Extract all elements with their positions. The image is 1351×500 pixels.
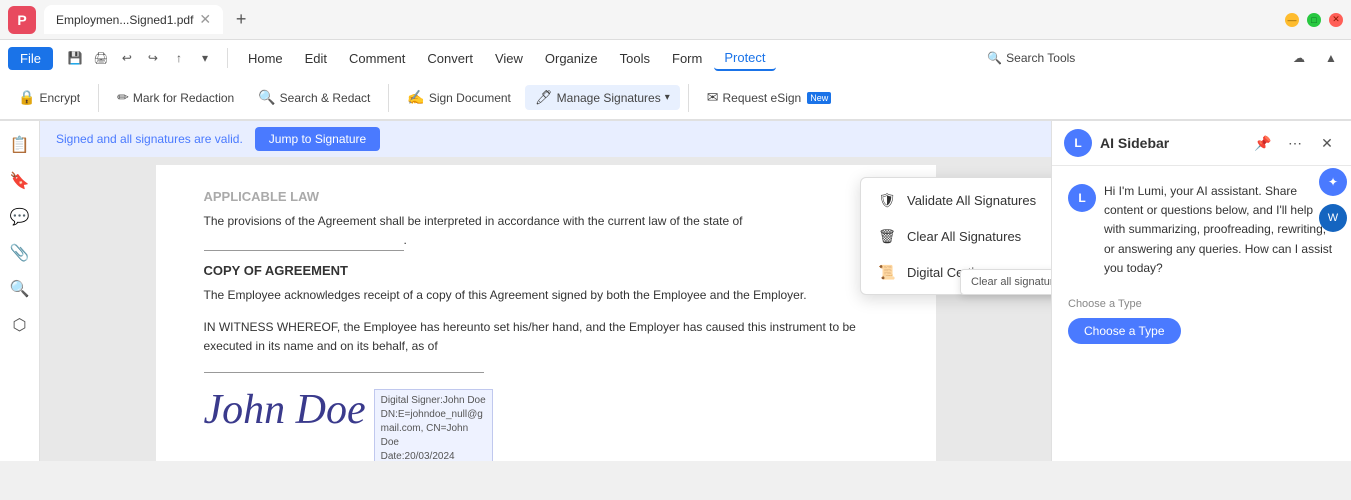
redaction-icon: ✏ — [117, 89, 129, 106]
signatures-icon: 🖊 — [535, 89, 553, 106]
document-area: Signed and all signatures are valid. Jum… — [40, 121, 1051, 461]
dropdown-arrow-icon: ▾ — [665, 92, 670, 103]
copy-heading: COPY OF AGREEMENT — [204, 263, 888, 278]
mark-redaction-button[interactable]: ✏ Mark for Redaction — [107, 85, 244, 110]
sig-status-text: Signed and all signatures are valid. — [56, 132, 243, 146]
cert-icon: 📜 — [877, 262, 897, 282]
sidebar-icon-search[interactable]: 🔍 — [4, 273, 36, 305]
validate-icon: 🛡 — [877, 190, 897, 210]
encrypt-button[interactable]: 🔒 Encrypt — [8, 85, 90, 110]
quick-access-bar: 💾 🖨 ↩ ↪ ↑ ▾ — [63, 46, 217, 70]
minimize-button[interactable]: — — [1285, 13, 1299, 27]
new-badge: New — [807, 92, 831, 104]
signature-status-bar: Signed and all signatures are valid. Jum… — [40, 121, 1051, 157]
separator2 — [388, 84, 389, 112]
ribbon: 🔒 Encrypt ✏ Mark for Redaction 🔍 Search … — [0, 76, 1351, 120]
ai-sidebar: L AI Sidebar 📌 ⋯ ✕ L Hi I'm Lumi, your A… — [1051, 121, 1351, 461]
search-redact-button[interactable]: 🔍 Search & Redact — [248, 85, 380, 110]
lumi-avatar: L — [1068, 184, 1096, 212]
tab-close-icon[interactable]: ✕ — [199, 11, 211, 28]
left-sidebar: 📋 🔖 💬 📎 🔍 ⬡ — [0, 121, 40, 461]
protect-menu[interactable]: Protect — [714, 46, 775, 71]
sidebar-icon-comments[interactable]: 💬 — [4, 201, 36, 233]
edit-menu[interactable]: Edit — [295, 47, 337, 70]
tab-title: Employmen...Signed1.pdf — [56, 13, 193, 27]
search-tools-icon: 🔍 — [987, 51, 1002, 65]
doc-para1: The provisions of the Agreement shall be… — [204, 212, 888, 251]
sign-document-button[interactable]: ✍ Sign Document — [397, 85, 520, 110]
sidebar-icon-bookmarks[interactable]: 🔖 — [4, 165, 36, 197]
sidebar-icon-documents[interactable]: 📋 — [4, 129, 36, 161]
ai-content: L Hi I'm Lumi, your AI assistant. Share … — [1052, 166, 1351, 461]
signature-image: John Doe — [204, 389, 366, 431]
ai-sidebar-right-icons: ✦ W — [1319, 168, 1347, 232]
jump-to-signature-button[interactable]: Jump to Signature — [255, 127, 380, 151]
ai-message-block: L Hi I'm Lumi, your AI assistant. Share … — [1068, 182, 1335, 290]
sidebar-icon-layers[interactable]: ⬡ — [4, 309, 36, 341]
manage-signatures-button[interactable]: 🖊 Manage Signatures ▾ — [525, 85, 680, 110]
app-toolbar: File 💾 🖨 ↩ ↪ ↑ ▾ Home Edit Comment Conve… — [0, 40, 1351, 121]
esign-icon: ✉ — [707, 89, 719, 106]
sidebar-icon-attachments[interactable]: 📎 — [4, 237, 36, 269]
browser-controls: — □ ✕ — [1285, 13, 1343, 27]
collapse-icon[interactable]: ▲ — [1319, 46, 1343, 70]
doc-section-title: APPLICABLE LAW — [204, 189, 888, 204]
validate-all-signatures-item[interactable]: 🛡 Validate All Signatures — [861, 182, 1051, 218]
redo-button[interactable]: ↪ — [141, 46, 165, 70]
signature-area: John Doe Digital Signer:John Doe DN:E=jo… — [204, 389, 888, 461]
document-content: APPLICABLE LAW The provisions of the Agr… — [156, 165, 936, 461]
more-button[interactable]: ▾ — [193, 46, 217, 70]
state-field — [204, 231, 404, 251]
ai-avatar: L — [1064, 129, 1092, 157]
print-button[interactable]: 🖨 — [89, 46, 113, 70]
cloud-upload-icon[interactable]: ☁ — [1287, 46, 1311, 70]
separator3 — [688, 84, 689, 112]
search-tools-button[interactable]: 🔍 Search Tools — [977, 47, 1085, 69]
close-button[interactable]: ✕ — [1329, 13, 1343, 27]
main-area: 📋 🔖 💬 📎 🔍 ⬡ Signed and all signatures ar… — [0, 121, 1351, 461]
sig-details: Digital Signer:John Doe DN:E=johndoe_nul… — [374, 389, 493, 461]
separator — [98, 84, 99, 112]
ai-sidebar-header: L AI Sidebar 📌 ⋯ ✕ — [1052, 121, 1351, 166]
ai-sidebar-close-icon[interactable]: ✕ — [1315, 131, 1339, 155]
ai-sidebar-more-icon[interactable]: ⋯ — [1283, 131, 1307, 155]
clear-all-signatures-item[interactable]: 🗑 Clear All Signatures — [861, 218, 1051, 254]
signature-block: John Doe Digital Signer:John Doe DN:E=jo… — [204, 389, 888, 461]
view-menu[interactable]: View — [485, 47, 533, 70]
sig-underline — [204, 372, 484, 373]
sign-icon: ✍ — [407, 89, 424, 106]
organize-menu[interactable]: Organize — [535, 47, 608, 70]
browser-chrome: P Employmen...Signed1.pdf ✕ + — □ ✕ — [0, 0, 1351, 40]
new-tab-button[interactable]: + — [227, 6, 255, 34]
ai-sidebar-title: AI Sidebar — [1100, 135, 1243, 151]
request-esign-button[interactable]: ✉ Request eSign New — [697, 85, 841, 110]
browser-tab[interactable]: Employmen...Signed1.pdf ✕ — [44, 5, 223, 34]
clear-icon: 🗑 — [877, 226, 897, 246]
tools-menu[interactable]: Tools — [610, 47, 660, 70]
file-menu[interactable]: File — [8, 47, 53, 70]
undo-button[interactable]: ↩ — [115, 46, 139, 70]
convert-menu[interactable]: Convert — [417, 47, 483, 70]
ai-sidebar-pin-icon[interactable]: 📌 — [1251, 131, 1275, 155]
share-button[interactable]: ↑ — [167, 46, 191, 70]
choose-type-label: Choose a Type — [1068, 298, 1335, 310]
lock-icon: 🔒 — [18, 89, 35, 106]
menu-bar: File 💾 🖨 ↩ ↪ ↑ ▾ Home Edit Comment Conve… — [0, 40, 1351, 76]
clear-signatures-tooltip: Clear all signatures on the document — [960, 269, 1051, 295]
app-icon: P — [8, 6, 36, 34]
maximize-button[interactable]: □ — [1307, 13, 1321, 27]
home-menu[interactable]: Home — [238, 47, 293, 70]
comment-menu[interactable]: Comment — [339, 47, 415, 70]
save-button[interactable]: 💾 — [63, 46, 87, 70]
choose-type-button[interactable]: Choose a Type — [1068, 318, 1181, 344]
ai-message-text: Hi I'm Lumi, your AI assistant. Share co… — [1104, 182, 1335, 278]
ms-word-icon[interactable]: W — [1319, 204, 1347, 232]
ai-blue-icon[interactable]: ✦ — [1319, 168, 1347, 196]
doc-para2: The Employee acknowledges receipt of a c… — [204, 286, 888, 305]
search-redact-icon: 🔍 — [258, 89, 275, 106]
doc-witness: IN WITNESS WHEREOF, the Employee has her… — [204, 318, 888, 356]
form-menu[interactable]: Form — [662, 47, 712, 70]
